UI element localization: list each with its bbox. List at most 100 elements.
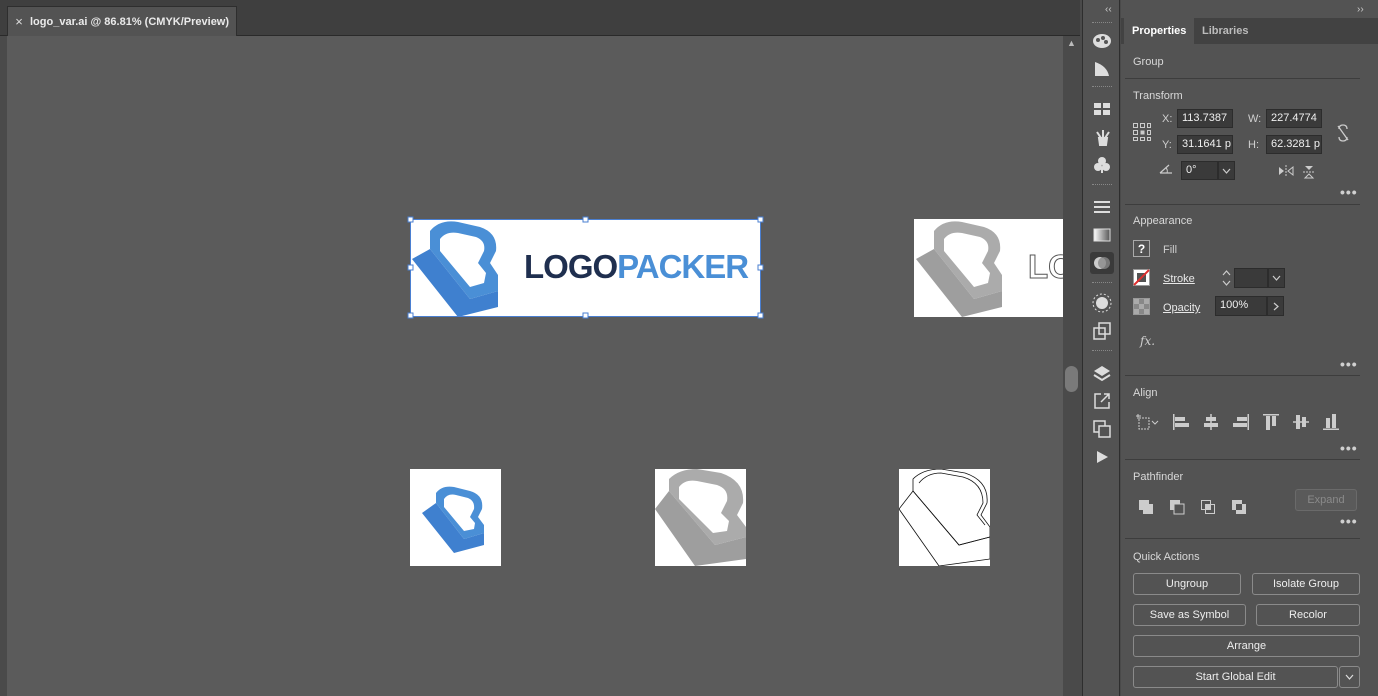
y-field[interactable]: 31.1641 p — [1177, 135, 1233, 154]
stroke-label-link[interactable]: Stroke — [1163, 273, 1195, 285]
rotate-angle-icon — [1157, 160, 1175, 176]
canvas[interactable]: LOGOPACKER LO — [7, 36, 1063, 696]
fill-label: Fill — [1163, 244, 1178, 256]
flip-horizontal-icon[interactable] — [1277, 164, 1295, 178]
vertical-scrollbar[interactable]: ▲ — [1063, 36, 1080, 696]
align-to-selection-icon[interactable] — [1135, 412, 1161, 432]
document-tab-title: logo_var.ai @ 86.81% (CMYK/Preview) — [30, 15, 230, 28]
graphic-styles-icon[interactable] — [1090, 320, 1114, 342]
strip-grip[interactable] — [1092, 184, 1112, 188]
pathfinder-exclude-icon[interactable] — [1229, 497, 1249, 517]
x-field[interactable]: 113.7387 — [1177, 109, 1233, 128]
w-field[interactable]: 227.4774 — [1266, 109, 1322, 128]
scrollbar-thumb[interactable] — [1065, 366, 1078, 392]
color-icon[interactable] — [1090, 30, 1114, 52]
align-top-icon[interactable] — [1261, 412, 1281, 432]
reference-point-icon[interactable] — [1132, 122, 1152, 142]
divider — [1125, 375, 1360, 376]
gradient-icon[interactable] — [1090, 224, 1114, 246]
rotate-dropdown-chevron-down-icon[interactable] — [1218, 161, 1235, 180]
pathfinder-minus-front-icon[interactable] — [1167, 497, 1187, 517]
global-edit-options-chevron-down-icon[interactable] — [1339, 666, 1360, 688]
stroke-weight-field[interactable] — [1234, 268, 1268, 288]
scroll-up-icon[interactable]: ▲ — [1065, 38, 1078, 48]
actions-play-icon[interactable] — [1090, 446, 1114, 468]
tab-properties[interactable]: Properties — [1124, 18, 1195, 44]
pathfinder-more-options-icon[interactable]: ••• — [1340, 513, 1358, 529]
divider — [1125, 538, 1360, 539]
appearance-title: Appearance — [1133, 215, 1193, 227]
align-right-icon[interactable] — [1231, 412, 1251, 432]
artboard-outline-mark[interactable] — [899, 469, 990, 566]
opacity-chevron-right-icon[interactable] — [1267, 296, 1284, 316]
pathfinder-unite-icon[interactable] — [1136, 497, 1156, 517]
swatches-icon[interactable] — [1090, 98, 1114, 120]
close-tab-icon[interactable]: × — [8, 14, 30, 29]
constrain-proportions-icon[interactable] — [1333, 122, 1353, 144]
pathfinder-title: Pathfinder — [1133, 471, 1184, 483]
color-guide-icon[interactable] — [1090, 58, 1114, 80]
stroke-weight-stepper-icon[interactable] — [1219, 268, 1233, 288]
properties-panel: ›› Properties Libraries Group Transform … — [1121, 0, 1378, 696]
wordmark-outline-partial: LO — [1028, 248, 1063, 286]
stroke-panel-icon[interactable] — [1090, 196, 1114, 218]
align-horizontal-center-icon[interactable] — [1201, 412, 1221, 432]
mark-color-icon — [422, 486, 484, 553]
align-more-options-icon[interactable]: ••• — [1340, 440, 1358, 456]
appearance-more-options-icon[interactable]: ••• — [1340, 356, 1358, 372]
artboard-color-mark[interactable] — [410, 469, 501, 566]
transparency-icon[interactable] — [1090, 252, 1114, 274]
document-tab[interactable]: × logo_var.ai @ 86.81% (CMYK/Preview) — [7, 6, 237, 36]
expand-button[interactable]: Expand — [1295, 489, 1357, 511]
start-global-edit-button[interactable]: Start Global Edit — [1133, 666, 1338, 688]
strip-grip[interactable] — [1092, 350, 1112, 354]
tab-libraries[interactable]: Libraries — [1194, 18, 1256, 44]
h-label: H: — [1248, 139, 1259, 151]
collapse-right-icon[interactable]: ›› — [1357, 4, 1364, 15]
panel-icon-strip: ‹‹ — [1082, 0, 1120, 696]
x-label: X: — [1162, 113, 1173, 125]
divider — [1125, 204, 1360, 205]
divider — [1125, 459, 1360, 460]
align-vertical-center-icon[interactable] — [1291, 412, 1311, 432]
appearance-icon[interactable] — [1090, 292, 1114, 314]
document-tabbar: × logo_var.ai @ 86.81% (CMYK/Preview) — [0, 0, 1080, 36]
fill-swatch-unknown-icon[interactable]: ? — [1133, 240, 1150, 257]
collapse-left-icon[interactable]: ‹‹ — [1105, 4, 1112, 15]
panel-tabs: Properties Libraries — [1121, 18, 1378, 44]
selection-bounding-box[interactable] — [407, 216, 765, 320]
flip-vertical-icon[interactable] — [1301, 164, 1317, 180]
strip-grip[interactable] — [1092, 22, 1112, 26]
artboards-icon[interactable] — [1090, 418, 1114, 440]
export-icon[interactable] — [1090, 390, 1114, 412]
pathfinder-intersect-icon[interactable] — [1198, 497, 1218, 517]
strip-grip[interactable] — [1092, 86, 1112, 90]
rotate-field[interactable]: 0° — [1181, 161, 1218, 180]
stroke-swatch-none-icon[interactable] — [1133, 269, 1150, 286]
brushes-icon[interactable] — [1090, 126, 1114, 148]
stroke-weight-chevron-down-icon[interactable] — [1268, 268, 1285, 288]
layers-icon[interactable] — [1090, 362, 1114, 384]
opacity-label-link[interactable]: Opacity — [1163, 302, 1200, 314]
transform-more-options-icon[interactable]: ••• — [1340, 184, 1358, 200]
isolate-group-button[interactable]: Isolate Group — [1252, 573, 1360, 595]
fx-effects-button[interactable]: fx. — [1140, 334, 1155, 348]
y-label: Y: — [1162, 139, 1172, 151]
align-left-icon[interactable] — [1171, 412, 1191, 432]
mark-outline-icon — [899, 469, 990, 566]
save-as-symbol-button[interactable]: Save as Symbol — [1133, 604, 1246, 626]
artboard-gray-mark[interactable] — [655, 469, 746, 566]
transform-title: Transform — [1133, 90, 1183, 102]
arrange-button[interactable]: Arrange — [1133, 635, 1360, 657]
align-bottom-icon[interactable] — [1321, 412, 1341, 432]
artboard-gray-logo[interactable]: LO — [914, 219, 1063, 317]
divider — [1125, 78, 1360, 79]
selection-type: Group — [1133, 56, 1164, 68]
symbols-icon[interactable] — [1090, 154, 1114, 176]
strip-grip[interactable] — [1092, 282, 1112, 286]
recolor-button[interactable]: Recolor — [1256, 604, 1360, 626]
ungroup-button[interactable]: Ungroup — [1133, 573, 1241, 595]
mark-gray-icon — [655, 469, 746, 566]
h-field[interactable]: 62.3281 p — [1266, 135, 1322, 154]
opacity-field[interactable]: 100% — [1215, 296, 1267, 316]
